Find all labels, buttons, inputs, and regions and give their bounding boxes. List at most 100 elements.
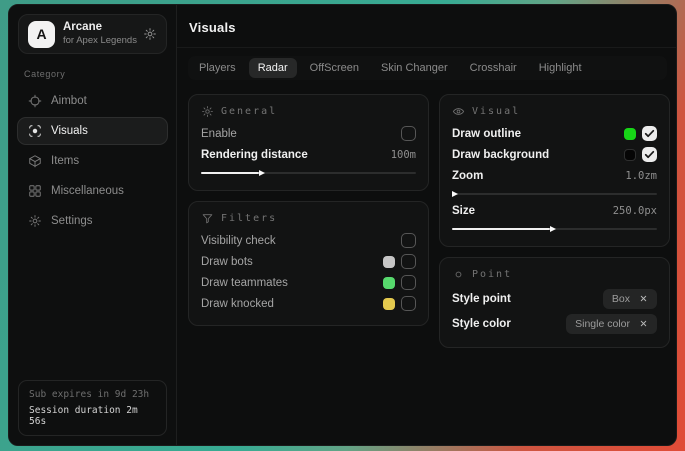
size-label: Size	[452, 205, 475, 217]
tab-highlight[interactable]: Highlight	[530, 58, 591, 78]
visual-card-header: Visual	[452, 105, 657, 118]
draw-bots-color-swatch[interactable]	[383, 256, 395, 268]
eye-scan-icon	[28, 124, 42, 138]
draw-knocked-checkbox[interactable]	[401, 296, 416, 311]
gear-icon	[28, 214, 42, 228]
style-color-row: Style color Single color	[452, 311, 657, 336]
zoom-slider[interactable]	[452, 193, 657, 195]
draw-outline-checkbox[interactable]	[642, 126, 657, 141]
rendering-distance-row: Rendering distance 100m	[201, 144, 416, 165]
visibility-check-checkbox[interactable]	[401, 233, 416, 248]
close-icon[interactable]	[639, 294, 648, 303]
draw-teammates-label: Draw teammates	[201, 277, 288, 289]
draw-outline-row: Draw outline	[452, 123, 657, 144]
tab-bar: Players Radar OffScreen Skin Changer Cro…	[188, 56, 667, 80]
section-title: General	[221, 106, 277, 117]
zoom-value: 1.0zm	[625, 170, 657, 182]
visibility-check-row: Visibility check	[201, 230, 416, 251]
sidebar-item-miscellaneous[interactable]: Miscellaneous	[17, 177, 168, 205]
zoom-label: Zoom	[452, 170, 483, 182]
category-label: Category	[24, 69, 161, 79]
draw-knocked-row: Draw knocked	[201, 293, 416, 314]
point-card-header: Point	[452, 268, 657, 281]
point-card: Point Style point Box Style color	[439, 257, 670, 348]
section-title: Filters	[221, 213, 277, 224]
subscription-info-card: Sub expires in 9d 23h Session duration 2…	[18, 380, 167, 436]
sidebar-item-label: Miscellaneous	[51, 185, 124, 197]
rendering-distance-slider[interactable]	[201, 172, 416, 174]
style-color-label: Style color	[452, 318, 511, 330]
left-column: General Enable Rendering distance 100m	[188, 94, 429, 348]
sidebar-item-label: Visuals	[51, 125, 88, 137]
style-point-value: Box	[612, 293, 630, 305]
style-point-select[interactable]: Box	[603, 289, 657, 309]
close-icon[interactable]	[639, 319, 648, 328]
dot-icon	[452, 268, 465, 281]
slider-fill	[201, 172, 259, 174]
sun-gear-icon	[201, 105, 214, 118]
tab-crosshair[interactable]: Crosshair	[461, 58, 526, 78]
style-color-select[interactable]: Single color	[566, 314, 657, 334]
sidebar-item-aimbot[interactable]: Aimbot	[17, 87, 168, 115]
tab-radar[interactable]: Radar	[249, 58, 297, 78]
slider-thumb[interactable]	[452, 191, 458, 197]
filters-card: Filters Visibility check Draw bots	[188, 201, 429, 326]
size-value: 250.0px	[613, 205, 657, 217]
size-slider[interactable]	[452, 228, 657, 230]
draw-knocked-label: Draw knocked	[201, 298, 274, 310]
right-column: Visual Draw outline Draw background	[439, 94, 670, 348]
draw-background-color-swatch[interactable]	[624, 149, 636, 161]
draw-bots-checkbox[interactable]	[401, 254, 416, 269]
enable-row: Enable	[201, 123, 416, 144]
draw-teammates-checkbox[interactable]	[401, 275, 416, 290]
tab-skin-changer[interactable]: Skin Changer	[372, 58, 457, 78]
box-icon	[28, 154, 42, 168]
sidebar-item-visuals[interactable]: Visuals	[17, 117, 168, 145]
eye-icon	[452, 105, 465, 118]
sidebar: A Arcane for Apex Legends Category Aimbo…	[9, 5, 177, 445]
size-row: Size 250.0px	[452, 200, 657, 221]
section-title: Visual	[472, 106, 520, 117]
gear-icon[interactable]	[143, 27, 157, 41]
sidebar-item-settings[interactable]: Settings	[17, 207, 168, 235]
tab-players[interactable]: Players	[190, 58, 245, 78]
general-card: General Enable Rendering distance 100m	[188, 94, 429, 191]
draw-background-label: Draw background	[452, 149, 549, 161]
brand-text: Arcane for Apex Legends	[63, 21, 135, 47]
slider-thumb[interactable]	[259, 170, 265, 176]
funnel-icon	[201, 212, 214, 225]
draw-bots-row: Draw bots	[201, 251, 416, 272]
sidebar-nav: Aimbot Visuals Items Miscellaneous	[9, 82, 176, 240]
general-card-header: General	[201, 105, 416, 118]
grid-icon	[28, 184, 42, 198]
rendering-distance-label: Rendering distance	[201, 149, 308, 161]
style-color-value: Single color	[575, 318, 630, 330]
draw-background-row: Draw background	[452, 144, 657, 165]
draw-outline-color-swatch[interactable]	[624, 128, 636, 140]
draw-teammates-color-swatch[interactable]	[383, 277, 395, 289]
visual-card: Visual Draw outline Draw background	[439, 94, 670, 247]
tab-offscreen[interactable]: OffScreen	[301, 58, 368, 78]
draw-bots-label: Draw bots	[201, 256, 253, 268]
enable-label: Enable	[201, 128, 237, 140]
draw-outline-label: Draw outline	[452, 128, 521, 140]
draw-knocked-color-swatch[interactable]	[383, 298, 395, 310]
sidebar-item-label: Aimbot	[51, 95, 87, 107]
section-title: Point	[472, 269, 512, 280]
enable-checkbox[interactable]	[401, 126, 416, 141]
page-title: Visuals	[189, 20, 660, 35]
draw-teammates-row: Draw teammates	[201, 272, 416, 293]
main-header: Visuals	[177, 5, 676, 48]
app-title: Arcane	[63, 21, 135, 34]
brand-card: A Arcane for Apex Legends	[18, 14, 167, 54]
main-panel: Visuals Players Radar OffScreen Skin Cha…	[177, 5, 676, 445]
zoom-row: Zoom 1.0zm	[452, 165, 657, 186]
session-duration-text: Session duration 2m 56s	[29, 405, 156, 427]
sub-expires-text: Sub expires in 9d 23h	[29, 389, 156, 400]
slider-thumb[interactable]	[550, 226, 556, 232]
draw-background-checkbox[interactable]	[642, 147, 657, 162]
sidebar-item-label: Settings	[51, 215, 93, 227]
sidebar-item-items[interactable]: Items	[17, 147, 168, 175]
app-window: A Arcane for Apex Legends Category Aimbo…	[8, 4, 677, 446]
style-point-label: Style point	[452, 293, 511, 305]
